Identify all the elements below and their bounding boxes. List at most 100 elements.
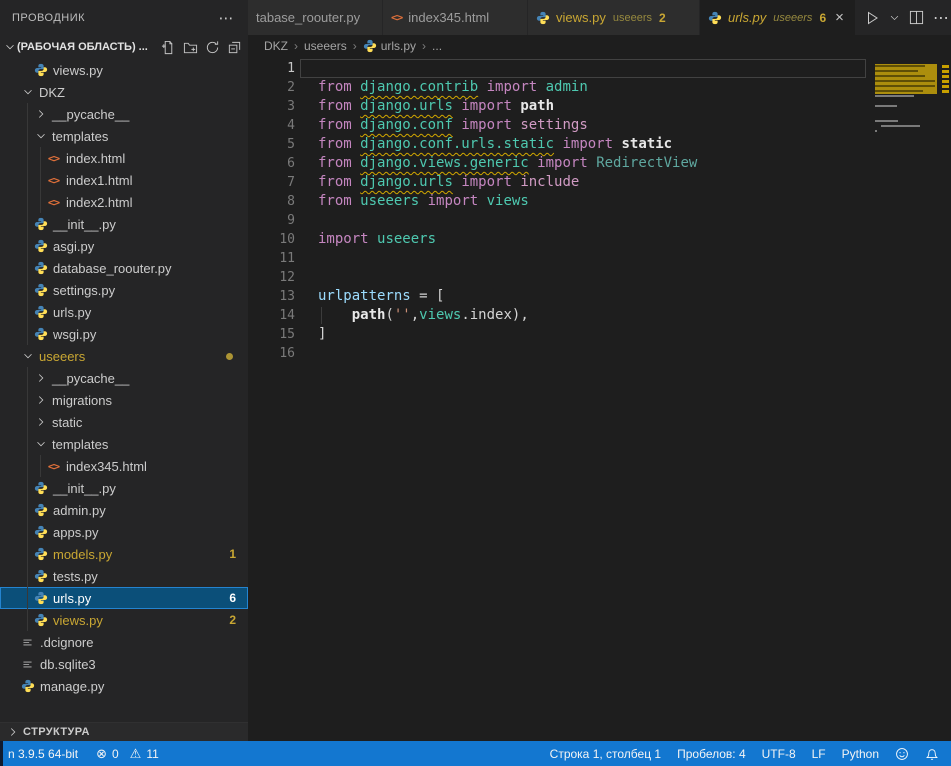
close-icon[interactable]: × bbox=[835, 10, 844, 25]
breadcrumb-separator: › bbox=[353, 39, 357, 53]
tree-folder-dkz[interactable]: DKZ bbox=[0, 81, 248, 103]
code-line[interactable]: 14 path('',views.index), bbox=[248, 306, 951, 325]
minimap[interactable] bbox=[875, 59, 937, 139]
code-line[interactable]: 9 bbox=[248, 211, 951, 230]
tree-file--dcignore[interactable]: .dcignore bbox=[0, 631, 248, 653]
tree-file-admin-py[interactable]: admin.py bbox=[0, 499, 248, 521]
tree-folder-templates[interactable]: templates bbox=[0, 125, 248, 147]
indent-guide bbox=[27, 367, 28, 389]
code-line[interactable]: 12 bbox=[248, 268, 951, 287]
tree-file-index1-html[interactable]: <>index1.html bbox=[0, 169, 248, 191]
run-icon[interactable] bbox=[864, 10, 880, 26]
tab-description: useeers bbox=[613, 12, 652, 24]
tab-index345-html[interactable]: <>index345.html bbox=[383, 0, 528, 35]
feedback-icon[interactable] bbox=[895, 747, 909, 761]
tree-file-models-py[interactable]: models.py1 bbox=[0, 543, 248, 565]
tree-file-database-roouter-py[interactable]: database_roouter.py bbox=[0, 257, 248, 279]
tree-file-urls-py[interactable]: urls.py bbox=[0, 301, 248, 323]
more-actions-icon[interactable]: ⋯ bbox=[933, 8, 949, 28]
code-line[interactable]: 7from django.urls import include bbox=[248, 173, 951, 192]
code-line[interactable]: 8from useeers import views bbox=[248, 192, 951, 211]
warning-mark bbox=[942, 65, 949, 68]
tree-file--init-py[interactable]: __init__.py bbox=[0, 477, 248, 499]
code-line[interactable]: 6from django.views.generic import Redire… bbox=[248, 154, 951, 173]
outline-label: СТРУКТУРА bbox=[23, 726, 90, 738]
tree-folder-static[interactable]: static bbox=[0, 411, 248, 433]
code-line[interactable]: 4from django.conf import settings bbox=[248, 116, 951, 135]
breadcrumb-item-symbols[interactable]: ... bbox=[432, 39, 442, 53]
tree-file-db-sqlite3[interactable]: db.sqlite3 bbox=[0, 653, 248, 675]
indent-guide bbox=[27, 499, 28, 521]
tree-folder--pycache-[interactable]: __pycache__ bbox=[0, 103, 248, 125]
chevron-right-icon bbox=[6, 725, 20, 739]
tree-file-wsgi-py[interactable]: wsgi.py bbox=[0, 323, 248, 345]
warning-icon: ⚠ bbox=[130, 746, 142, 762]
indent-guide bbox=[27, 169, 28, 191]
new-file-icon[interactable] bbox=[161, 40, 176, 55]
code-line[interactable]: 16 bbox=[248, 344, 951, 363]
more-actions-icon[interactable]: ⋯ bbox=[219, 9, 235, 27]
tab-views-py[interactable]: views.pyuseeers2 bbox=[528, 0, 700, 35]
run-dropdown-icon[interactable] bbox=[889, 12, 900, 23]
status-indentation[interactable]: Пробелов: 4 bbox=[677, 747, 746, 761]
tree-file-apps-py[interactable]: apps.py bbox=[0, 521, 248, 543]
code-line[interactable]: 5from django.conf.urls.static import sta… bbox=[248, 135, 951, 154]
indent-guide bbox=[27, 455, 28, 477]
tree-item-label: __pycache__ bbox=[52, 371, 129, 386]
tree-file-index345-html[interactable]: <>index345.html bbox=[0, 455, 248, 477]
tree-folder-useeers[interactable]: useeers bbox=[0, 345, 248, 367]
breadcrumb-item-urls-py[interactable]: urls.py bbox=[363, 39, 416, 53]
indent-guide bbox=[40, 191, 41, 213]
tree-file-index2-html[interactable]: <>index2.html bbox=[0, 191, 248, 213]
python-icon bbox=[31, 63, 50, 77]
indent-guide bbox=[27, 191, 28, 213]
tree-file--init-py[interactable]: __init__.py bbox=[0, 213, 248, 235]
tree-file-urls-py[interactable]: urls.py6 bbox=[0, 587, 248, 609]
indent-guide bbox=[27, 477, 28, 499]
chevron-right-icon bbox=[33, 107, 49, 121]
chevron-right-icon bbox=[33, 393, 49, 407]
new-folder-icon[interactable] bbox=[183, 40, 198, 55]
tree-file-settings-py[interactable]: settings.py bbox=[0, 279, 248, 301]
code-line[interactable]: 3from django.urls import path bbox=[248, 97, 951, 116]
tree-folder--pycache-[interactable]: __pycache__ bbox=[0, 367, 248, 389]
code-line[interactable]: 13urlpatterns = [ bbox=[248, 287, 951, 306]
workspace-section-header[interactable]: (РАБОЧАЯ ОБЛАСТЬ) ... bbox=[0, 35, 248, 59]
breadcrumb-item-dkz[interactable]: DKZ bbox=[264, 39, 288, 53]
code-line[interactable]: 1 bbox=[248, 59, 951, 78]
split-editor-icon[interactable] bbox=[909, 10, 924, 25]
warning-mark bbox=[942, 75, 949, 78]
status-eol[interactable]: LF bbox=[812, 747, 826, 761]
code-line[interactable]: 2from django.contrib import admin bbox=[248, 78, 951, 97]
collapse-folders-icon[interactable] bbox=[227, 40, 242, 55]
tree-folder-templates[interactable]: templates bbox=[0, 433, 248, 455]
status-python-version[interactable]: n 3.9.5 64-bit bbox=[8, 747, 78, 761]
tree-file-tests-py[interactable]: tests.py bbox=[0, 565, 248, 587]
status-cursor-position[interactable]: Строка 1, столбец 1 bbox=[550, 747, 661, 761]
tab-urls-py[interactable]: urls.pyuseeers6× bbox=[700, 0, 856, 35]
tree-item-label: database_roouter.py bbox=[53, 261, 172, 276]
code-line[interactable]: 15] bbox=[248, 325, 951, 344]
status-problems[interactable]: ⊗0⚠11 bbox=[96, 746, 159, 762]
tree-folder-migrations[interactable]: migrations bbox=[0, 389, 248, 411]
tree-file-index-html[interactable]: <>index.html bbox=[0, 147, 248, 169]
status-language-mode[interactable]: Python bbox=[842, 747, 879, 761]
refresh-explorer-icon[interactable] bbox=[205, 40, 220, 55]
tree-file-asgi-py[interactable]: asgi.py bbox=[0, 235, 248, 257]
overview-ruler bbox=[939, 57, 951, 741]
tree-file-views-py[interactable]: views.py bbox=[0, 59, 248, 81]
breadcrumb-item-useeers[interactable]: useeers bbox=[304, 39, 347, 53]
status-encoding[interactable]: UTF-8 bbox=[762, 747, 796, 761]
code-line[interactable]: 10import useeers bbox=[248, 230, 951, 249]
tab-label: views.py bbox=[556, 10, 606, 25]
outline-section-header[interactable]: СТРУКТУРА bbox=[0, 722, 248, 741]
tab-tabase-roouter-py[interactable]: tabase_roouter.py bbox=[248, 0, 383, 35]
tree-item-label: templates bbox=[52, 129, 108, 144]
tree-file-manage-py[interactable]: manage.py bbox=[0, 675, 248, 697]
notifications-bell-icon[interactable] bbox=[925, 747, 939, 761]
explorer-sidebar: ПРОВОДНИК ⋯ (РАБОЧАЯ ОБЛАСТЬ) ... views.… bbox=[0, 0, 248, 741]
tree-file-views-py[interactable]: views.py2 bbox=[0, 609, 248, 631]
tree-item-label: tests.py bbox=[53, 569, 98, 584]
code-line[interactable]: 11 bbox=[248, 249, 951, 268]
tree-item-label: views.py bbox=[53, 613, 103, 628]
